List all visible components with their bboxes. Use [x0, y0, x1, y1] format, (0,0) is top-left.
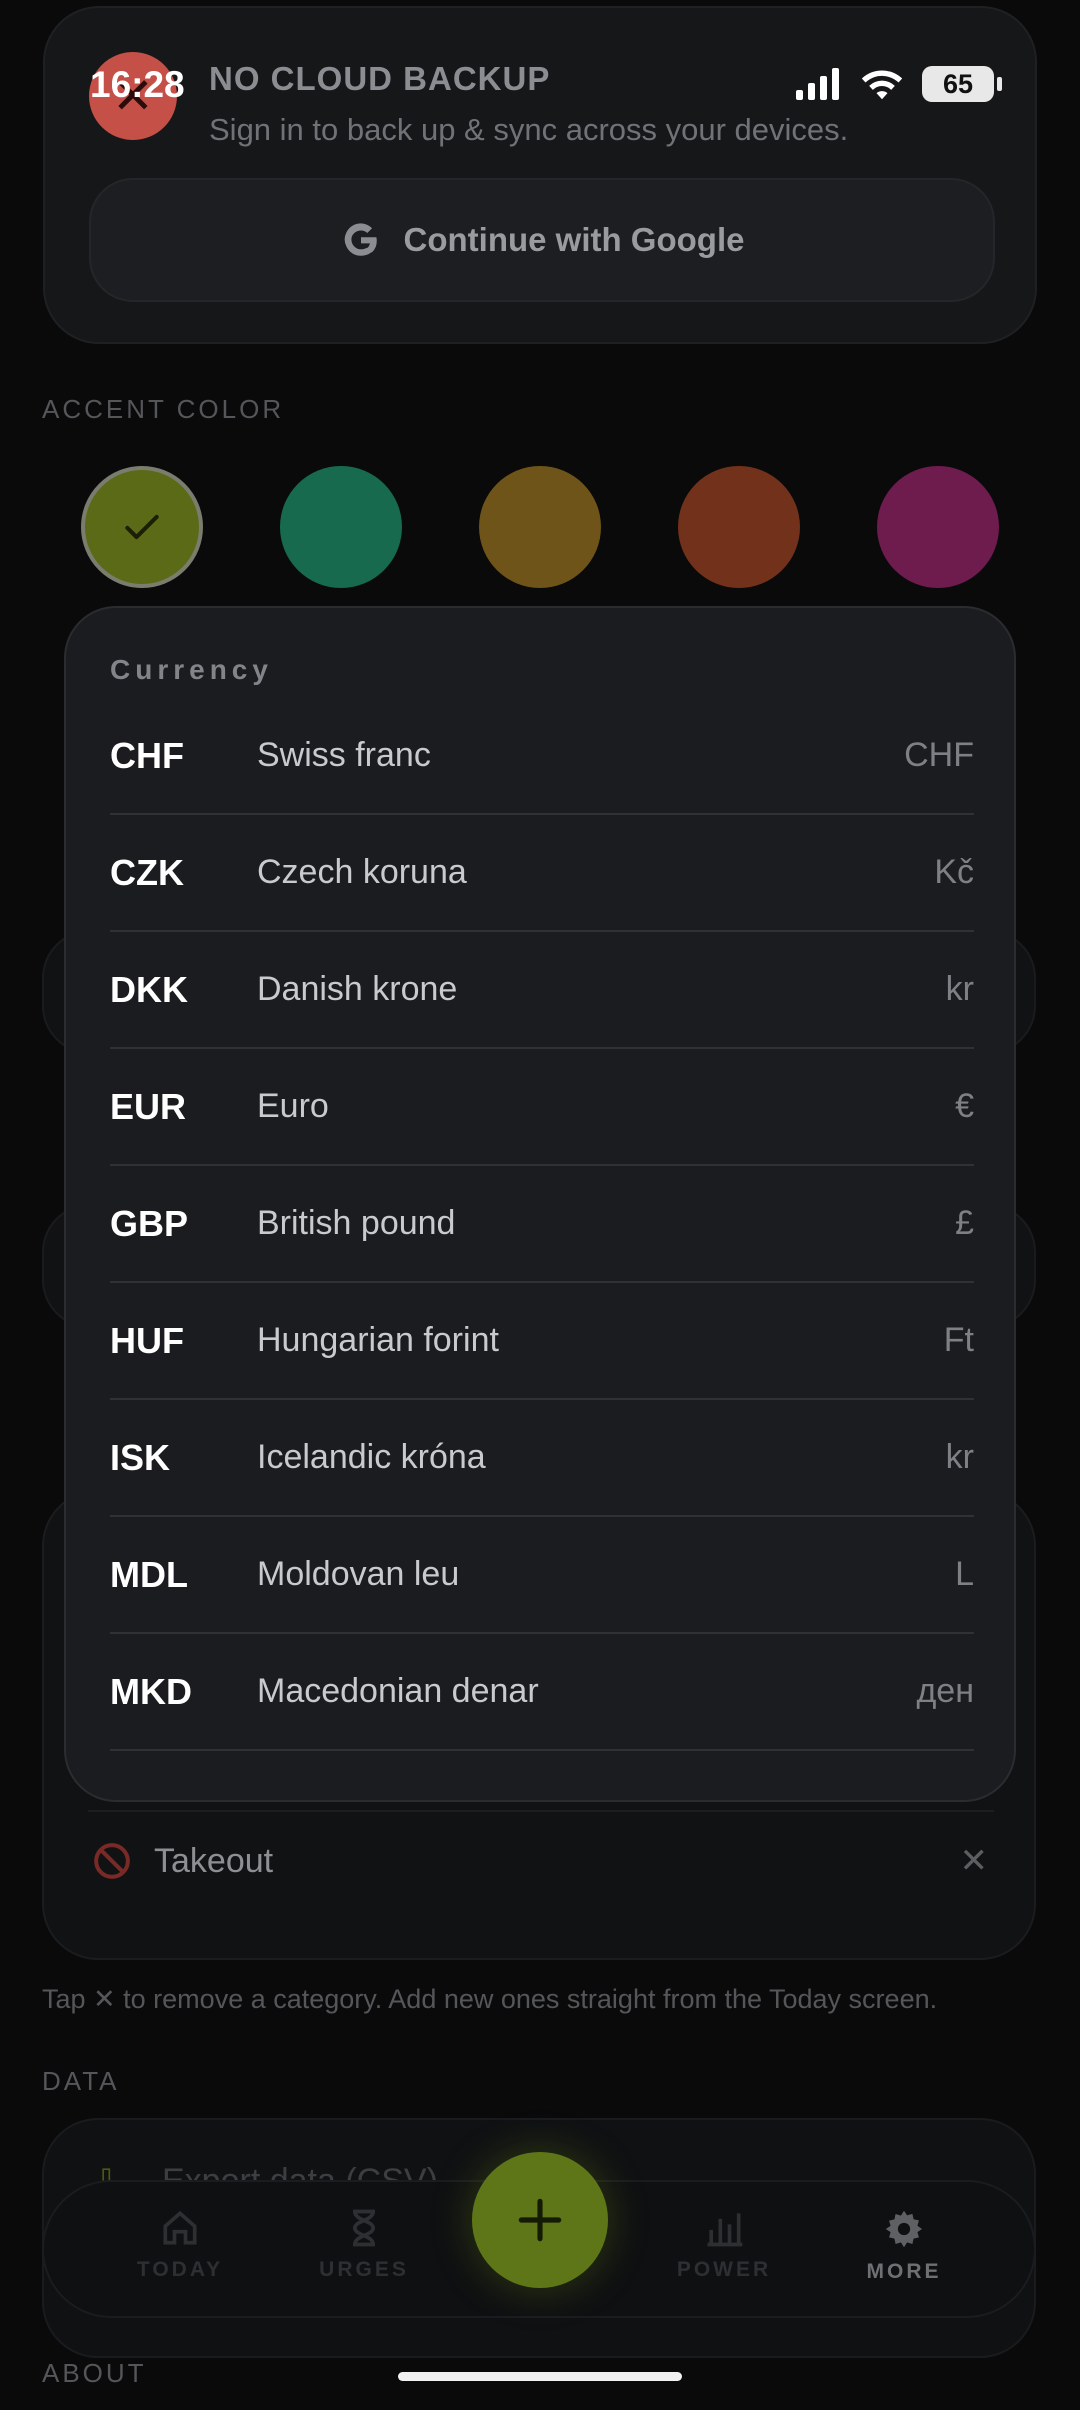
categories-hint: Tap ✕ to remove a category. Add new ones… [42, 1984, 938, 2014]
sheet-title: Currency [110, 654, 273, 685]
currency-code: ISK [110, 1436, 171, 1478]
currency-symbol: kr [945, 1438, 974, 1476]
currency-item-eur[interactable]: EUR Euro € [110, 1049, 974, 1166]
currency-item-isk[interactable]: ISK Icelandic króna kr [110, 1400, 974, 1517]
data-section-label: DATA [42, 2066, 120, 2096]
nav-power-label: POWER [676, 2258, 772, 2281]
accent-swatch-2[interactable] [280, 466, 402, 588]
currency-item-dkk[interactable]: DKK Danish krone kr [110, 932, 974, 1049]
currency-name: Danish krone [257, 970, 458, 1008]
currency-code: CHF [110, 734, 184, 776]
backup-subtitle: Sign in to back up & sync across your de… [209, 112, 849, 147]
currency-symbol: Kč [934, 853, 974, 891]
currency-symbol: kr [945, 970, 974, 1008]
currency-code: GBP [110, 1202, 189, 1244]
nav-power[interactable]: POWER [654, 2206, 794, 2282]
currency-name: Macedonian denar [257, 1672, 539, 1710]
signal-icon [796, 68, 839, 100]
nav-today[interactable]: TODAY [110, 2206, 250, 2282]
currency-name: Euro [257, 1087, 329, 1125]
google-button-label: Continue with Google [403, 221, 745, 258]
nav-more[interactable]: MORE [834, 2206, 974, 2284]
currency-item-chf[interactable]: CHF Swiss franc CHF [110, 698, 974, 815]
accent-color-label: ACCENT COLOR [42, 394, 285, 424]
remove-category-icon[interactable]: ✕ [960, 1841, 989, 1881]
accent-swatch-1[interactable] [81, 466, 203, 588]
status-time: 16:28 [90, 64, 185, 105]
currency-name: Czech koruna [257, 853, 467, 891]
accent-swatch-4[interactable] [678, 466, 800, 588]
currency-picker-sheet: Currency CHF Swiss franc CHF CZK Czech k… [64, 606, 1016, 1802]
currency-item-gbp[interactable]: GBP British pound £ [110, 1166, 974, 1283]
currency-code: MDL [110, 1553, 188, 1595]
currency-code: HUF [110, 1319, 184, 1361]
about-section-label: ABOUT [42, 2358, 147, 2388]
google-icon [344, 223, 377, 256]
category-label: Takeout [154, 1841, 274, 1880]
check-icon [85, 470, 199, 584]
currency-item-huf[interactable]: HUF Hungarian forint Ft [110, 1283, 974, 1400]
currency-code: MKD [110, 1670, 192, 1712]
currency-code: EUR [110, 1085, 187, 1127]
accent-swatch-3[interactable] [479, 466, 601, 588]
ban-icon [94, 1843, 130, 1879]
currency-item-mdl[interactable]: MDL Moldovan leu L [110, 1517, 974, 1634]
nav-more-label: MORE [866, 2260, 942, 2283]
bar-chart-icon [707, 2213, 743, 2247]
currency-name: British pound [257, 1204, 456, 1242]
accent-swatch-5[interactable] [877, 466, 999, 588]
currency-name: Icelandic króna [257, 1438, 486, 1476]
cloud-backup-card: ✕ NO CLOUD BACKUP Sign in to back up & s… [43, 6, 1037, 344]
nav-urges[interactable]: URGES [294, 2206, 434, 2282]
currency-item-czk[interactable]: CZK Czech koruna Kč [110, 815, 974, 932]
nav-today-label: TODAY [136, 2258, 224, 2281]
nav-urges-label: URGES [319, 2258, 409, 2281]
currency-symbol: ден [916, 1672, 974, 1710]
currency-symbol: € [955, 1087, 974, 1125]
hourglass-icon [352, 2209, 376, 2247]
currency-name: Hungarian forint [257, 1321, 499, 1359]
backup-title: NO CLOUD BACKUP [209, 60, 551, 97]
status-icons: 65 [796, 66, 1002, 102]
continue-with-google-button[interactable]: Continue with Google [89, 178, 995, 302]
home-indicator[interactable] [398, 2372, 682, 2381]
home-icon [163, 2210, 197, 2245]
currency-code: DKK [110, 968, 188, 1010]
wifi-icon [861, 70, 903, 100]
battery-icon: 65 [922, 66, 1002, 102]
currency-list: CHF Swiss franc CHF CZK Czech koruna Kč … [110, 698, 974, 1751]
currency-name: Swiss franc [257, 736, 431, 774]
currency-symbol: L [955, 1555, 974, 1593]
add-button[interactable] [472, 2152, 608, 2288]
category-row-takeout: Takeout ✕ [88, 1810, 994, 1910]
gear-icon [885, 2210, 923, 2248]
currency-item-mkd[interactable]: MKD Macedonian denar ден [110, 1634, 974, 1751]
currency-symbol: CHF [904, 736, 974, 774]
currency-code: CZK [110, 851, 184, 893]
currency-name: Moldovan leu [257, 1555, 460, 1593]
currency-symbol: Ft [943, 1321, 974, 1359]
plus-icon [518, 2198, 562, 2242]
currency-symbol: £ [955, 1204, 974, 1242]
